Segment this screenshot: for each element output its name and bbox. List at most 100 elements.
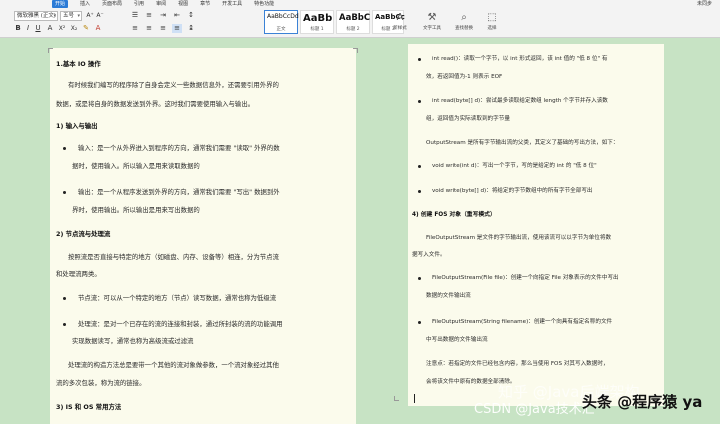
align-left-icon[interactable]: ≡ <box>130 24 140 33</box>
list-item: int read()：读取一个字节，以 int 形式返回，该 int 值的 "低… <box>432 56 608 62</box>
chevron-down-icon: ▾ <box>53 13 56 19</box>
list-item: 处理流：是对一个已存在的流的连接和封装，通过所封装的流的功能调用 <box>78 320 283 328</box>
list-item: void write(byte[] d)：将给定的字节数组中的所有字节全部写出 <box>432 188 593 194</box>
menu-section[interactable]: 章节 <box>200 0 210 8</box>
italic-icon[interactable]: I <box>24 24 32 33</box>
superscript-icon[interactable]: X² <box>58 24 66 33</box>
bullet-icon <box>63 297 66 300</box>
paragraph-line: 按照流是否直接与特定的地方（如磁盘、内存、设备等）相连，分为节点流 <box>68 253 279 261</box>
heading-input-output: 1) 输入与输出 <box>56 122 98 130</box>
wrench-icon: ⚒ <box>427 12 437 23</box>
style-normal[interactable]: AaBbCcDd 正文 <box>264 10 299 34</box>
style-name: 标题 2 <box>346 27 360 32</box>
style-heading-1[interactable]: AaBb 标题 1 <box>300 10 334 34</box>
list-item: 据时，使用输入。所以输入是用来读取数据的 <box>72 162 200 170</box>
document-page-right: int read()：读取一个字节，以 int 形式返回，该 int 值的 "低… <box>394 44 664 406</box>
list-item: 输出：是一个从程序发送到外界的方向，通常我们需要 "写出" 数据到外 <box>78 188 280 196</box>
subscript-icon[interactable]: X₂ <box>70 24 78 33</box>
bullet-icon <box>418 190 421 193</box>
font-color-icon[interactable]: A <box>46 24 54 33</box>
ribbon-toolbar: 微软雅黑 (正文) ▾ 五号 ▾ A⁺ A⁻ B I U A X² X₂ ✎ A… <box>0 8 720 38</box>
text-tools-button[interactable]: ⚒ 文字工具 <box>420 11 444 35</box>
new-style-label: 新样式 <box>393 26 407 31</box>
paragraph-line: 数据，或是将自身的数据发送到外界。这时我们需要使用输入与输出。 <box>56 100 255 108</box>
bullet-icon <box>418 165 421 168</box>
chevron-down-icon: ▾ <box>77 13 80 19</box>
style-sample: AaBb <box>303 13 333 24</box>
list-item: FileOutputStream(File file)：创建一个向指定 File… <box>432 275 619 281</box>
list-item: int read(byte[] d)：尝试最多读取给定数组 length 个字节… <box>432 98 608 104</box>
sort-icon[interactable]: ↕ <box>186 11 196 20</box>
list-item: 中写出数据的文件输出流 <box>426 337 488 343</box>
paragraph-line: 注意点：若指定的文件已经包含内容，那么当使用 FOS 对其写入数据时， <box>426 361 609 367</box>
underline-icon[interactable]: U <box>34 24 42 33</box>
align-center-icon[interactable]: ≡ <box>144 24 154 33</box>
select-button[interactable]: ⬚ 选择 <box>480 11 504 35</box>
list-item: void write(int d)：写出一个字节，写的是给定的 int 的 "低… <box>432 163 597 169</box>
select-label: 选择 <box>487 26 497 31</box>
menu-bar: 开始 插入 页面布局 引用 审阅 视图 章节 开发工具 特色功能 未同步 <box>0 0 720 8</box>
crop-mark <box>353 48 358 53</box>
outdent-icon[interactable]: ⇤ <box>172 11 182 20</box>
paragraph-line: OutputStream 是所有字节输出流的父类，其定义了基础的写出方法，如下： <box>426 140 619 146</box>
paragraph-line: 有时候我们编写的程序除了自身会定义一些数据信息外，还需要引用外界的 <box>68 81 279 89</box>
bullet-icon <box>418 100 421 103</box>
highlight-icon[interactable]: ✎ <box>82 24 90 33</box>
heading-basic-io: 1.基本 IO 操作 <box>56 60 101 68</box>
bullet-icon <box>418 277 421 280</box>
bold-icon[interactable]: B <box>14 24 22 33</box>
list-item: 界时，使用输出。所以输出是用来写出数据的 <box>72 206 200 214</box>
shrink-font-icon[interactable]: A⁻ <box>96 11 104 20</box>
text-tools-label: 文字工具 <box>423 26 441 31</box>
list-item: 数据的文件输出流 <box>426 293 471 299</box>
bullet-icon <box>63 147 66 150</box>
paragraph-line: 处理流的构造方法总是要带一个其他的流对象做参数，一个流对象经过其他 <box>68 361 279 369</box>
heading-create-fos: 4) 创建 FOS 对象（重写模式） <box>412 212 496 218</box>
menu-references[interactable]: 引用 <box>134 0 144 8</box>
heading-node-processing-streams: 2) 节点流与处理流 <box>56 230 111 238</box>
align-right-icon[interactable]: ≡ <box>158 24 168 33</box>
paragraph-line: 和处理流两类。 <box>56 270 101 278</box>
menu-features[interactable]: 特色功能 <box>254 0 274 8</box>
heading-is-os-methods: 3) IS 和 OS 常用方法 <box>56 403 122 411</box>
cursor-icon: ⬚ <box>487 12 497 23</box>
bullet-icon <box>418 58 421 61</box>
font-size-select[interactable]: 五号 ▾ <box>60 11 82 21</box>
list-item: 实现数据读写，通常也称为高级流或过滤流 <box>72 337 194 345</box>
style-name: 标题 1 <box>310 27 324 32</box>
crop-mark <box>394 396 399 401</box>
paragraph-line: 会将该文件中原有的数据全部清除。 <box>426 379 516 385</box>
new-style-button[interactable]: A 新样式 <box>388 11 412 35</box>
numbering-icon[interactable]: ≡ <box>144 11 154 20</box>
style-heading-2[interactable]: AaBbC 标题 2 <box>336 10 370 34</box>
grow-font-icon[interactable]: A⁺ <box>86 11 94 20</box>
ribbon-area: 开始 插入 页面布局 引用 审阅 视图 章节 开发工具 特色功能 未同步 微软雅… <box>0 0 720 38</box>
list-item: FileOutputStream(String filename)：创建一个向具… <box>432 319 613 325</box>
line-spacing-icon[interactable]: ↨ <box>186 24 196 33</box>
text-cursor <box>414 394 415 403</box>
menu-home[interactable]: 开始 <box>52 0 69 8</box>
document-page-left: 1.基本 IO 操作 有时候我们编写的程序除了自身会定义一些数据信息外，还需要引… <box>48 48 358 424</box>
justify-icon[interactable]: ≡ <box>172 24 182 33</box>
menu-insert[interactable]: 插入 <box>80 0 90 8</box>
menu-view[interactable]: 视图 <box>178 0 188 8</box>
bullets-icon[interactable]: ☰ <box>130 11 140 20</box>
bullet-icon <box>418 321 421 324</box>
crop-mark <box>48 48 53 53</box>
menu-review[interactable]: 审阅 <box>156 0 166 8</box>
bullet-icon <box>63 323 66 326</box>
list-item: 效，若返回值为-1 则表示 EOF <box>426 74 503 80</box>
search-icon: ⌕ <box>461 12 467 23</box>
indent-icon[interactable]: ⇥ <box>158 11 168 20</box>
find-replace-button[interactable]: ⌕ 查找替换 <box>452 11 476 35</box>
paragraph-line: FileOutputStream 是文件的字节输出流，使用该流可以以字节为单位将… <box>426 235 612 241</box>
menu-developer[interactable]: 开发工具 <box>222 0 242 8</box>
sync-status[interactable]: 未同步 <box>697 0 712 8</box>
menu-layout[interactable]: 页面布局 <box>102 0 122 8</box>
new-style-icon: A <box>396 12 404 23</box>
style-name: 正文 <box>276 27 286 32</box>
font-name-select[interactable]: 微软雅黑 (正文) ▾ <box>14 11 58 21</box>
font-size-value: 五号 <box>63 13 75 19</box>
list-item: 输入：是一个从外界进入到程序的方向，通常我们需要 "读取" 外界的数 <box>78 144 280 152</box>
text-color-icon[interactable]: A <box>94 24 102 33</box>
